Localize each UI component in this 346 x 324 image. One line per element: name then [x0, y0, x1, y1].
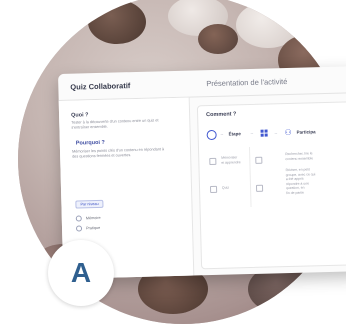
how-panel: Comment ? – Étape – – ⚇ Participa Mémori…: [196, 101, 346, 270]
quiz-icon: [209, 185, 218, 194]
col3-text: Rechercher, lire le contenu ensemble: [285, 151, 314, 161]
level-chip[interactable]: Par niveau: [75, 199, 104, 209]
col1-text: Mémoriser et apprendre: [221, 155, 241, 165]
quoi-heading: Quoi ?: [71, 112, 89, 119]
radio-icon: [75, 215, 82, 222]
tool-icon: [255, 156, 263, 164]
list-item-label: Pratique: [85, 225, 101, 231]
pourquoi-text: Mémoriser les points clés d'un contenu e…: [71, 147, 165, 159]
list-item[interactable]: Mémoire: [75, 215, 101, 222]
pourquoi-heading: Pourquoi ?: [75, 139, 105, 147]
step-separator: –: [220, 131, 224, 137]
col4-text: Réviser, en petit groupe, avec ce qui a é…: [285, 167, 316, 196]
radio-icon: [75, 225, 83, 232]
people-icon: ⚇: [284, 127, 292, 138]
step-separator: –: [274, 130, 278, 136]
col2-text: Quiz: [221, 185, 230, 190]
brain-icon: [209, 157, 217, 166]
badge-letter: A: [70, 257, 92, 288]
tool-icon: [255, 184, 264, 192]
grid-icon: [260, 129, 268, 137]
decorative-stone: [88, 0, 146, 44]
step-bar: – Étape – – ⚇ Participa: [206, 124, 346, 142]
step-separator: –: [250, 130, 254, 136]
step-badge: A: [48, 240, 114, 306]
column-divider: [248, 146, 252, 208]
comment-heading: Comment ?: [206, 111, 237, 119]
step-label: Étape: [228, 131, 241, 137]
list-item[interactable]: Pratique: [75, 225, 101, 232]
quoi-text: Tester à la découverte d'un contenu entr…: [71, 118, 159, 130]
activity-title: Présentation de l'activité: [206, 77, 288, 89]
app-title: Quiz Collaboratif: [70, 81, 131, 92]
decorative-stone: [198, 24, 238, 54]
list-item-label: Mémoire: [85, 215, 101, 221]
clock-icon: [206, 129, 217, 141]
step-label: Participa: [296, 129, 316, 135]
